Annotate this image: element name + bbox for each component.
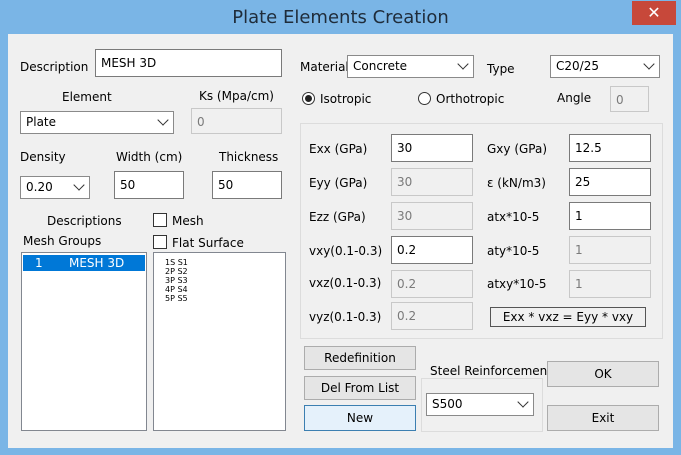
- exx-label: Exx (GPa): [309, 142, 368, 156]
- atx-label: atx*10-5: [487, 210, 540, 224]
- list-item[interactable]: 1S S1: [165, 258, 285, 267]
- formula-box: Exx * vxz = Eyy * vxy: [490, 307, 646, 327]
- atxy-input[interactable]: 1: [569, 270, 651, 298]
- mesh-group-name: MESH 3D: [69, 256, 125, 270]
- ks-input[interactable]: 0: [191, 108, 282, 134]
- material-select[interactable]: Concrete: [347, 55, 474, 78]
- vxz-input[interactable]: 0.2: [391, 270, 473, 298]
- steel-select[interactable]: S500: [426, 393, 534, 416]
- exit-button[interactable]: Exit: [547, 405, 659, 431]
- flat-surface-checkbox[interactable]: [153, 235, 167, 249]
- mesh-group-index: 1: [35, 256, 43, 270]
- eyy-label: Eyy (GPa): [309, 176, 368, 190]
- ezz-input[interactable]: 30: [391, 202, 473, 230]
- vxy-input[interactable]: 0.2: [391, 236, 473, 264]
- flat-surface-label: Flat Surface: [172, 236, 244, 250]
- orthotropic-radio[interactable]: [418, 92, 431, 105]
- element-label: Element: [62, 90, 112, 104]
- ok-button[interactable]: OK: [547, 361, 659, 387]
- vxz-label: vxz(0.1-0.3): [309, 276, 382, 290]
- description-input[interactable]: MESH 3D: [95, 49, 282, 77]
- chevron-down-icon: [73, 179, 85, 191]
- ks-label: Ks (Mpa/cm): [199, 89, 274, 103]
- density-select-value: 0.20: [26, 180, 53, 194]
- mesh-groups-list[interactable]: 1 MESH 3D: [21, 252, 147, 431]
- atxy-label: atxy*10-5: [487, 277, 547, 291]
- epsilon-input[interactable]: 25: [569, 168, 651, 196]
- mesh-checkbox[interactable]: [153, 213, 167, 227]
- surfaces-list[interactable]: 1S S1 2P S2 3P S3 4P S4 5P S5: [153, 252, 286, 431]
- vyz-label: vyz(0.1-0.3): [309, 310, 382, 324]
- element-select[interactable]: Plate: [20, 111, 174, 134]
- atx-input[interactable]: 1: [569, 202, 651, 230]
- descriptions-label: Descriptions: [47, 214, 122, 228]
- type-label: Type: [487, 62, 515, 76]
- isotropic-label: Isotropic: [320, 92, 372, 106]
- element-select-value: Plate: [26, 115, 57, 129]
- list-item[interactable]: 4P S4: [165, 285, 285, 294]
- angle-input[interactable]: 0: [610, 86, 649, 112]
- density-label: Density: [20, 150, 66, 164]
- close-icon: ✕: [647, 3, 661, 22]
- eyy-input[interactable]: 30: [391, 168, 473, 196]
- gxy-input[interactable]: 12.5: [569, 134, 651, 162]
- close-button[interactable]: ✕: [632, 1, 676, 25]
- aty-input[interactable]: 1: [569, 236, 651, 264]
- material-label: Material: [300, 60, 349, 74]
- chevron-down-icon: [157, 114, 169, 126]
- list-item[interactable]: 3P S3: [165, 276, 285, 285]
- vxy-label: vxy(0.1-0.3): [309, 244, 383, 258]
- list-item[interactable]: 5P S5: [165, 294, 285, 303]
- new-button[interactable]: New: [304, 405, 416, 431]
- list-item[interactable]: 2P S2: [165, 267, 285, 276]
- orthotropic-label: Orthotropic: [436, 92, 505, 106]
- redefinition-button[interactable]: Redefinition: [304, 346, 416, 370]
- gxy-label: Gxy (GPa): [487, 142, 548, 156]
- chevron-down-icon: [517, 396, 529, 408]
- mesh-checkbox-label: Mesh: [172, 214, 204, 228]
- type-select-value: C20/25: [556, 59, 599, 73]
- thickness-label: Thickness: [219, 150, 279, 164]
- isotropic-radio[interactable]: [302, 92, 315, 105]
- aty-label: aty*10-5: [487, 244, 540, 258]
- description-label: Description: [20, 60, 89, 74]
- material-select-value: Concrete: [353, 59, 408, 73]
- type-select[interactable]: C20/25: [550, 55, 660, 78]
- vyz-input[interactable]: 0.2: [391, 302, 473, 330]
- thickness-input[interactable]: 50: [212, 171, 282, 199]
- width-input[interactable]: 50: [114, 171, 184, 199]
- density-select[interactable]: 0.20: [20, 176, 90, 199]
- chevron-down-icon: [643, 58, 655, 70]
- mesh-groups-label: Mesh Groups: [23, 234, 102, 248]
- window-title: Plate Elements Creation: [232, 7, 449, 28]
- del-from-list-button[interactable]: Del From List: [304, 376, 416, 400]
- list-item[interactable]: 1 MESH 3D: [23, 255, 145, 271]
- exx-input[interactable]: 30: [391, 134, 473, 162]
- epsilon-label: ε (kN/m3): [487, 176, 546, 190]
- width-label: Width (cm): [116, 150, 183, 164]
- ezz-label: Ezz (GPa): [309, 210, 366, 224]
- chevron-down-icon: [457, 58, 469, 70]
- angle-label: Angle: [557, 91, 592, 105]
- steel-reinforcement-label: Steel Reinforcement: [430, 364, 552, 378]
- steel-select-value: S500: [432, 397, 463, 411]
